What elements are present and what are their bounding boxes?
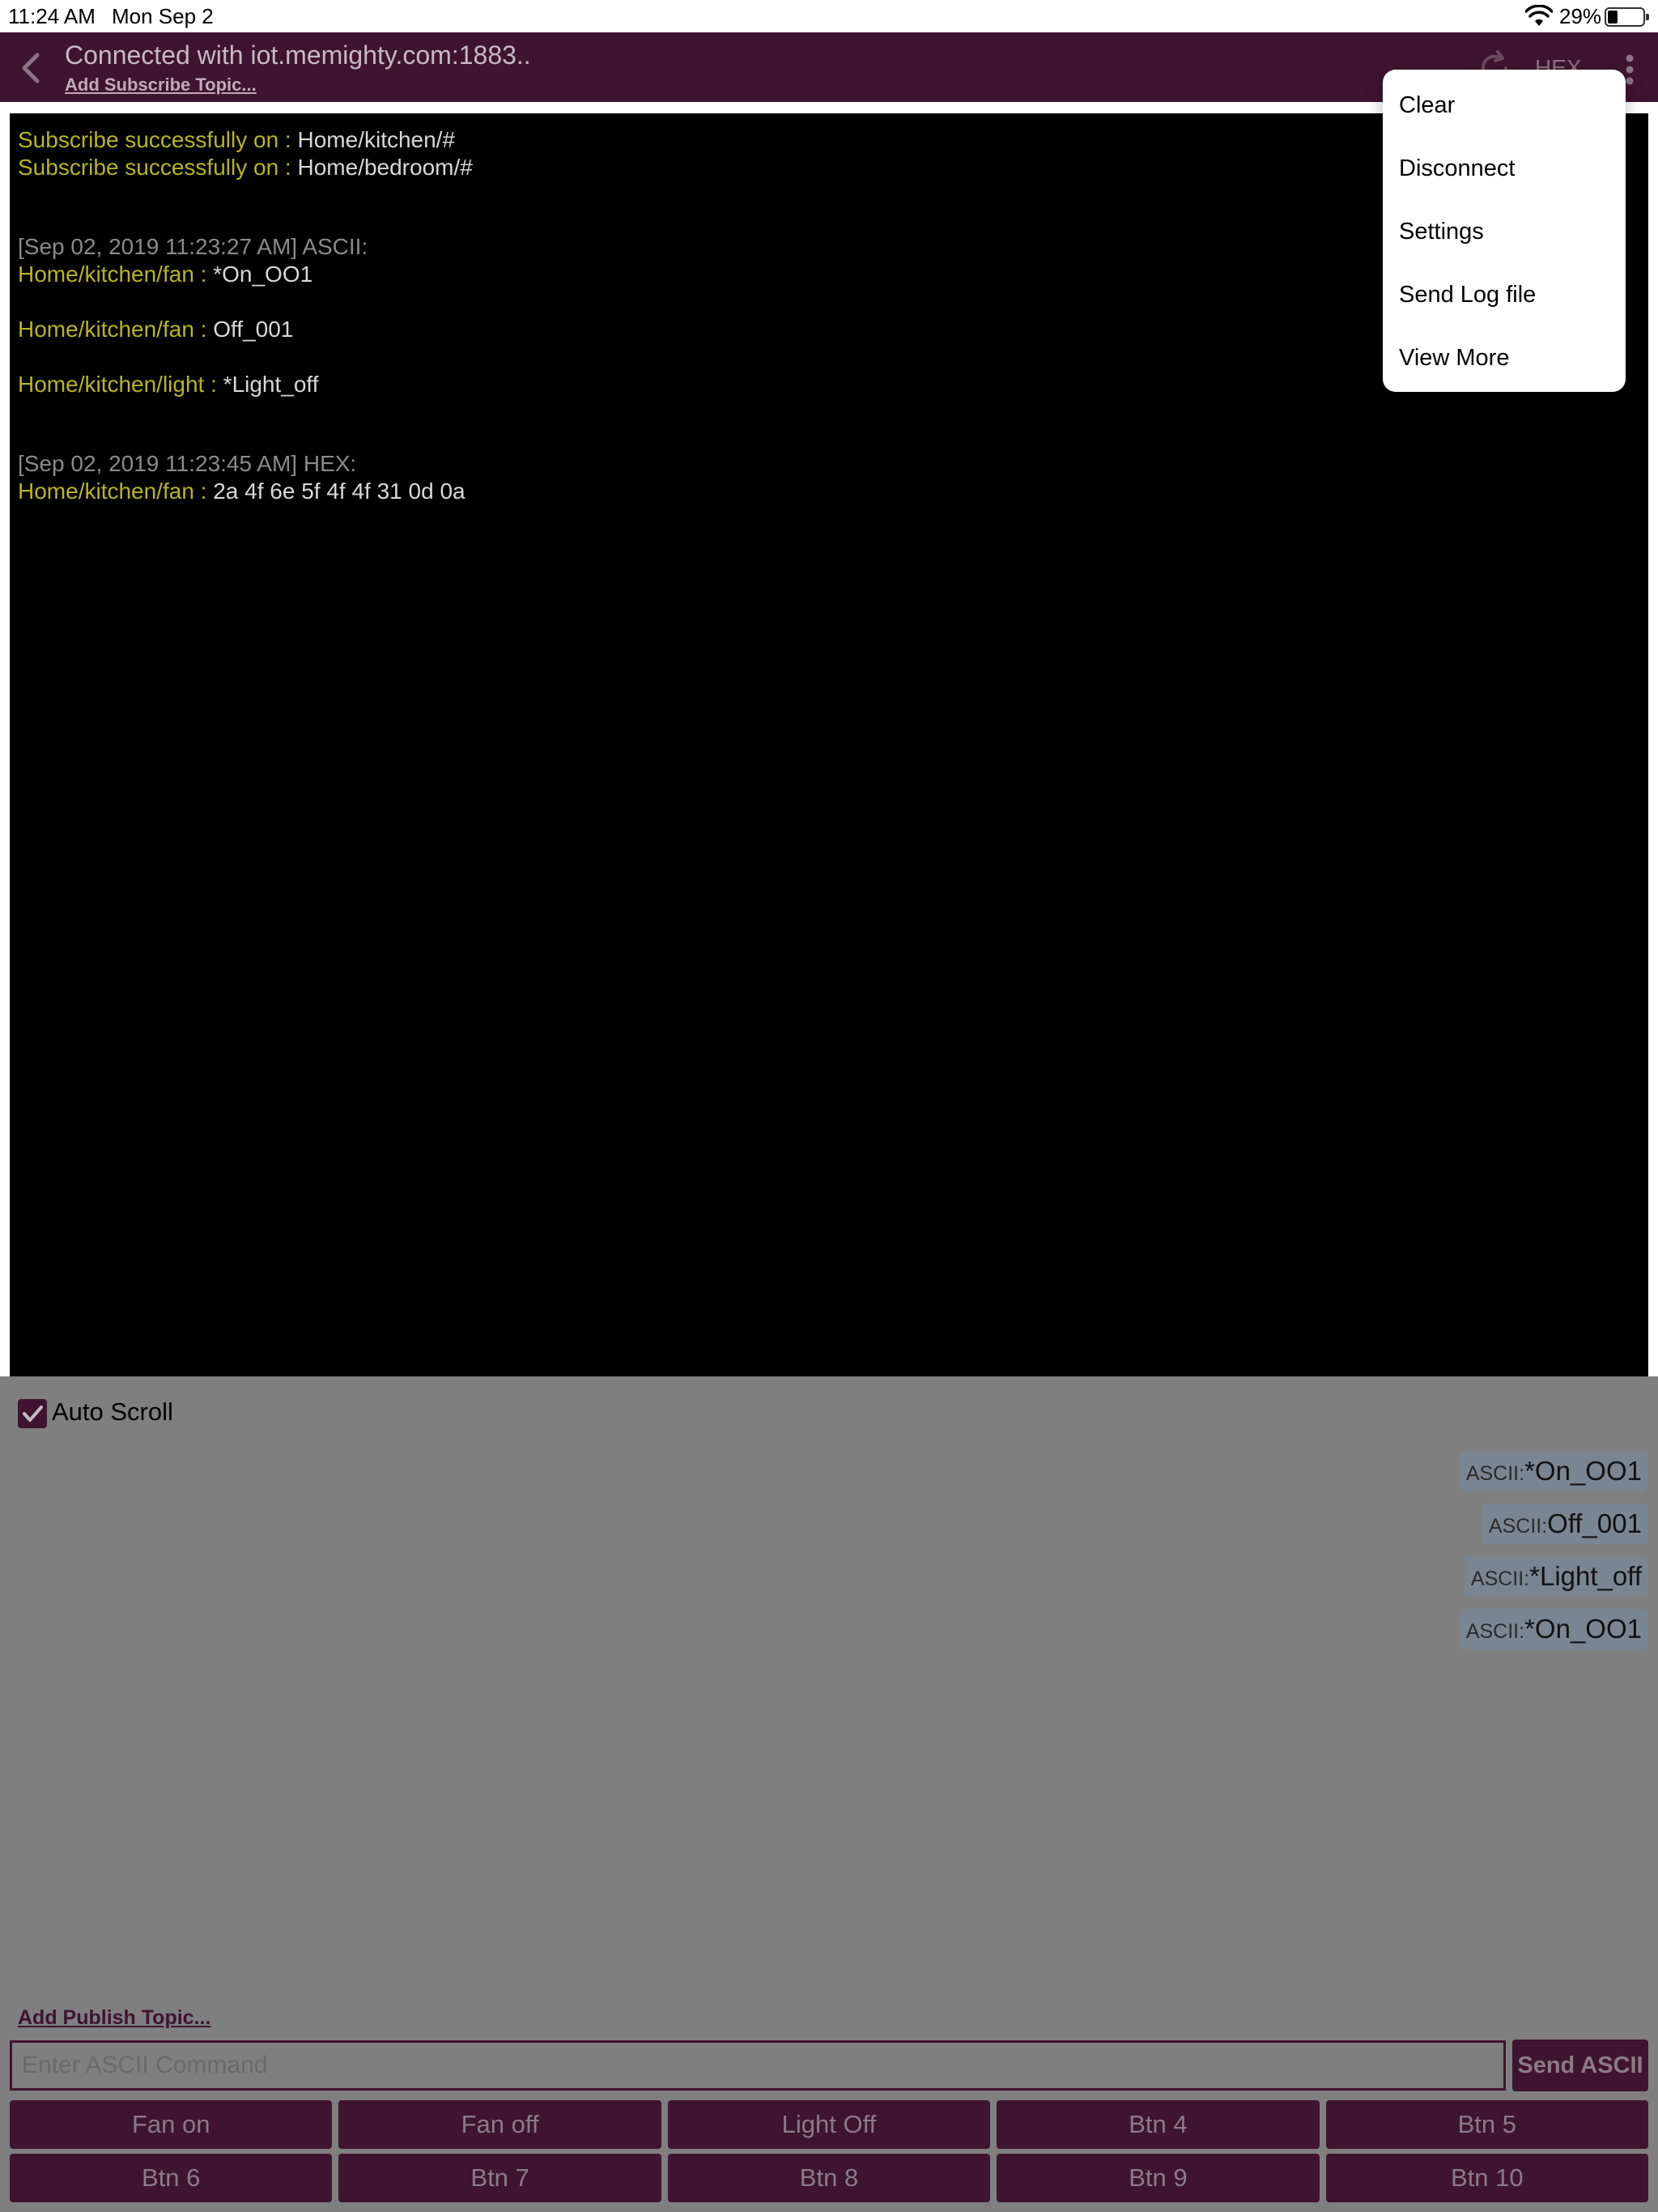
menu-item-send-log-file[interactable]: Send Log file [1399,282,1536,308]
status-date: Mon Sep 2 [112,4,214,28]
chip-text: *Light_off [1529,1561,1642,1591]
message-payload: 2a 4f 6e 5f 4f 4f 31 0d 0a [213,479,466,504]
message-payload: Off_001 [213,317,294,342]
quick-button-btn-6[interactable]: Btn 6 [10,2154,333,2202]
quick-button-btn-5[interactable]: Btn 5 [1325,2100,1648,2149]
quick-button-fan-off[interactable]: Fan off [338,2100,661,2149]
checkmark-icon [23,1406,43,1422]
message-payload: *Light_off [223,372,319,397]
subscribe-label: Subscribe successfully on : [18,155,291,180]
overflow-menu: Clear Disconnect Settings Send Log file … [1383,70,1626,392]
chip-prefix: ASCII: [1465,1620,1525,1643]
quick-button-btn-8[interactable]: Btn 8 [667,2154,991,2202]
chip-text: Off_001 [1547,1508,1642,1538]
quick-button-light-off[interactable]: Light Off [667,2100,991,2149]
status-bar: 11:24 AM Mon Sep 2 29% [0,0,1658,32]
message-topic: Home/kitchen/fan : [18,317,207,342]
auto-scroll-checkbox[interactable] [18,1399,47,1428]
status-time: 11:24 AM [8,4,96,28]
quick-button-fan-on[interactable]: Fan on [10,2100,333,2149]
message-topic: Home/kitchen/light : [18,372,217,397]
history-chip[interactable]: ASCII:*Light_off [1464,1556,1648,1597]
auto-scroll-label: Auto Scroll [52,1397,173,1426]
menu-item-settings[interactable]: Settings [1399,219,1484,245]
subscribe-label: Subscribe successfully on : [18,127,291,152]
back-arrow-icon[interactable] [15,50,47,86]
wifi-icon [1525,5,1553,26]
menu-item-view-more[interactable]: View More [1399,345,1509,372]
chip-text: *On_OO1 [1524,1614,1642,1644]
battery-icon [1605,7,1649,27]
menu-item-clear[interactable]: Clear [1399,92,1455,119]
quick-button-btn-7[interactable]: Btn 7 [338,2154,661,2202]
log-message: Home/kitchen/fan : 2a 4f 6e 5f 4f 4f 31 … [18,478,1640,505]
quick-button-btn-10[interactable]: Btn 10 [1325,2154,1648,2202]
message-payload: *On_OO1 [213,262,313,287]
ascii-command-input[interactable] [10,2040,1506,2091]
send-ascii-button[interactable]: Send ASCII [1512,2040,1648,2091]
add-subscribe-topic-link[interactable]: Add Subscribe Topic... [65,74,257,96]
hex-timestamp: [Sep 02, 2019 11:23:45 AM] HEX: [18,451,357,476]
message-topic: Home/kitchen/fan : [18,262,207,287]
menu-item-disconnect[interactable]: Disconnect [1399,155,1515,182]
history-chip[interactable]: ASCII:Off_001 [1482,1504,1648,1544]
quick-button-btn-4[interactable]: Btn 4 [997,2100,1320,2149]
chip-prefix: ASCII: [1470,1568,1530,1590]
history-chip[interactable]: ASCII:*On_OO1 [1459,1451,1648,1491]
subscribe-topic: Home/kitchen/# [297,127,456,152]
quick-button-grid: Fan on Fan off Light Off Btn 4 Btn 5 Btn… [10,2100,1648,2202]
add-publish-topic-link[interactable]: Add Publish Topic... [18,2006,210,2030]
message-topic: Home/kitchen/fan : [18,479,207,504]
chip-prefix: ASCII: [1488,1515,1548,1538]
chip-text: *On_OO1 [1524,1456,1642,1486]
quick-button-btn-9[interactable]: Btn 9 [997,2154,1320,2202]
connection-title: Connected with iot.memighty.com:1883.. [65,40,531,70]
battery-percent: 29% [1559,4,1602,28]
chip-prefix: ASCII: [1465,1462,1525,1485]
subscribe-topic: Home/bedroom/# [297,155,473,180]
history-chip[interactable]: ASCII:*On_OO1 [1459,1609,1648,1649]
